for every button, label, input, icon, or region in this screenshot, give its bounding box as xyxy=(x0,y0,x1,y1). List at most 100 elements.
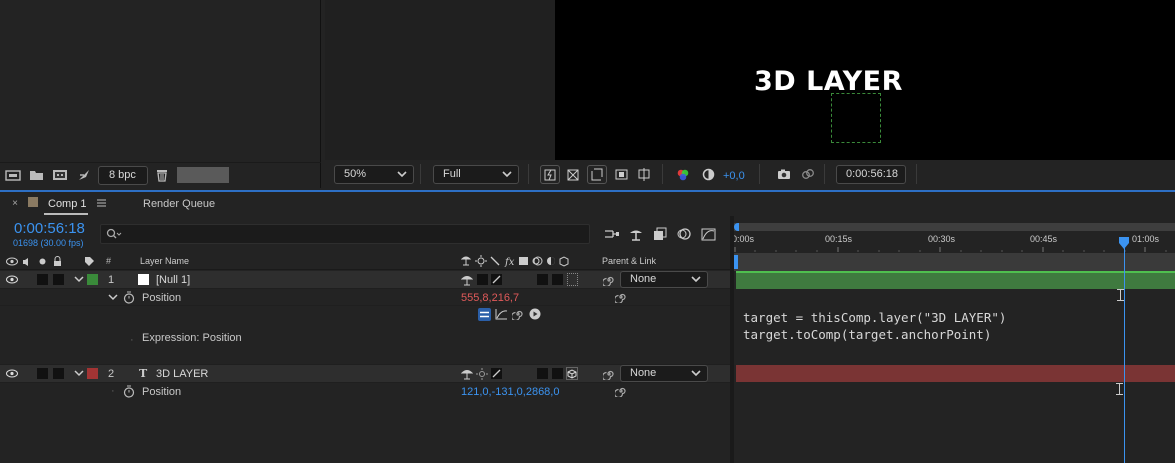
quality-switch-icon[interactable] xyxy=(491,274,502,285)
ruler-tick-label: 00:45s xyxy=(1030,234,1058,244)
zoom-dropdown[interactable]: 50% xyxy=(334,165,414,184)
new-comp-icon[interactable] xyxy=(51,167,69,183)
lock-switch[interactable] xyxy=(53,274,64,285)
fast-previews-icon[interactable] xyxy=(540,165,560,184)
column-parent-link[interactable]: Parent & Link xyxy=(602,256,656,266)
channels-icon[interactable] xyxy=(674,165,692,184)
pick-whip-icon[interactable] xyxy=(615,291,627,303)
adjustment-switch[interactable] xyxy=(552,368,563,379)
null-layer-bounds[interactable] xyxy=(831,93,881,143)
parent-dropdown[interactable]: None xyxy=(620,365,708,382)
pick-whip-icon[interactable] xyxy=(603,274,615,286)
bpc-button[interactable]: 8 bpc xyxy=(98,166,148,185)
label-color-2[interactable] xyxy=(87,368,98,379)
graph-editor-icon[interactable] xyxy=(699,226,717,242)
chevron-down-icon xyxy=(502,168,512,180)
stopwatch-icon[interactable] xyxy=(123,385,135,398)
layer-bar-1[interactable] xyxy=(736,271,1175,289)
frame-blending-icon[interactable] xyxy=(651,226,669,242)
expression-enable-icon[interactable] xyxy=(478,308,491,321)
lock-switch[interactable] xyxy=(53,368,64,379)
tab-comp-1[interactable]: Comp 1 xyxy=(48,198,87,210)
stopwatch-icon[interactable] xyxy=(123,291,135,304)
layer-bar-2[interactable] xyxy=(736,365,1175,382)
draft-3d-icon[interactable] xyxy=(627,226,645,242)
chevron-down-icon[interactable] xyxy=(108,292,118,302)
property-row-position-1[interactable]: Position 555,8,216,7 xyxy=(0,289,730,306)
motion-blur-switch[interactable] xyxy=(537,274,548,285)
3d-switch[interactable] xyxy=(567,273,578,286)
pick-whip-icon[interactable] xyxy=(603,368,615,380)
chevron-down-icon[interactable] xyxy=(74,274,84,284)
text-layer-icon: T xyxy=(139,367,148,380)
video-toggle-eye-icon[interactable] xyxy=(6,275,18,284)
position-value[interactable]: 121,0,-131,0,2868,0 xyxy=(461,386,559,398)
label-color-1[interactable] xyxy=(87,274,98,285)
3d-layer-switch-icon[interactable] xyxy=(566,367,578,380)
guides-icon[interactable] xyxy=(635,165,653,184)
work-area-bar[interactable] xyxy=(734,223,1175,231)
collapse-switch[interactable] xyxy=(477,274,488,285)
layer-list: 1 [Null 1] None Position 555,8,216,7 · E… xyxy=(0,271,730,463)
show-snapshot-icon[interactable] xyxy=(799,165,817,184)
current-timecode[interactable]: 0:00:56:18 xyxy=(14,220,85,237)
viewer-pasteboard xyxy=(325,0,555,160)
interpret-footage-icon[interactable] xyxy=(4,167,22,183)
frame-info: 01698 (30.00 fps) xyxy=(13,238,84,248)
motion-blur-switch[interactable] xyxy=(537,368,548,379)
layer-index: 2 xyxy=(108,368,115,380)
current-time-indicator[interactable] xyxy=(1119,237,1130,463)
ruler-tick-label: 00:15s xyxy=(825,234,853,244)
close-icon[interactable]: × xyxy=(10,198,20,209)
ruler-tick-label: 01:00s xyxy=(1132,234,1160,244)
parent-dropdown[interactable]: None xyxy=(620,271,708,288)
search-icon xyxy=(106,228,122,240)
layer-name[interactable]: 3D LAYER xyxy=(156,368,208,380)
camera-icon[interactable] xyxy=(775,165,793,184)
chevron-down-icon xyxy=(691,273,701,285)
folder-icon[interactable] xyxy=(27,167,45,183)
solo-switch[interactable] xyxy=(37,274,48,285)
solo-header-icon xyxy=(39,258,46,265)
chevron-down-icon[interactable] xyxy=(74,368,84,378)
layer-search-input[interactable] xyxy=(100,224,590,244)
layer-row-2[interactable]: 2 T 3D LAYER None xyxy=(0,365,730,383)
expression-pick-whip-icon[interactable] xyxy=(512,308,524,320)
resolution-dropdown[interactable]: Full xyxy=(433,165,519,184)
time-ruler[interactable]: 0:00s 00:15s 00:30s 00:45s 01:00s xyxy=(734,232,1175,252)
tab-render-queue[interactable]: Render Queue xyxy=(143,198,215,210)
region-of-interest-icon[interactable] xyxy=(587,165,607,184)
composition-viewer: 3D LAYER 50% Full +0,0 0:00:56:18 xyxy=(322,0,1175,188)
composition-mini-flowchart-icon[interactable] xyxy=(603,226,621,242)
expression-language-menu-icon[interactable] xyxy=(529,308,541,320)
position-value[interactable]: 555,8,216,7 xyxy=(461,292,519,304)
property-row-position-2[interactable]: · Position 121,0,-131,0,2868,0 xyxy=(0,383,730,400)
column-layer-name[interactable]: Layer Name xyxy=(140,256,189,266)
motion-blur-icon[interactable] xyxy=(675,226,693,242)
quality-switch-icon[interactable] xyxy=(491,368,502,379)
viewer-timecode[interactable]: 0:00:56:18 xyxy=(836,165,906,184)
adjustment-switch[interactable] xyxy=(552,274,563,285)
solo-switch[interactable] xyxy=(37,368,48,379)
flowchart-icon[interactable] xyxy=(75,167,93,183)
panel-menu-icon[interactable] xyxy=(96,198,106,208)
color-swatch[interactable] xyxy=(177,167,229,183)
exposure-value[interactable]: +0,0 xyxy=(723,170,745,182)
tab-active-underline xyxy=(44,213,88,215)
comp-canvas[interactable]: 3D LAYER xyxy=(555,0,1175,160)
mask-visibility-icon[interactable] xyxy=(612,165,630,184)
column-num: # xyxy=(106,256,112,266)
layer-name[interactable]: [Null 1] xyxy=(156,274,190,286)
video-toggle-eye-icon[interactable] xyxy=(6,369,18,378)
continuous-rasterize-icon[interactable] xyxy=(476,368,488,380)
color-management-icon[interactable] xyxy=(699,165,717,184)
transparency-grid-icon[interactable] xyxy=(564,165,582,184)
shy-switch-icon[interactable] xyxy=(461,368,473,380)
trash-icon[interactable] xyxy=(154,167,170,183)
time-graph[interactable]: 0:00s 00:15s 00:30s 00:45s 01:00s target… xyxy=(734,216,1175,463)
layer-row-1[interactable]: 1 [Null 1] None xyxy=(0,271,730,289)
pick-whip-icon[interactable] xyxy=(615,385,627,397)
expression-code[interactable]: target = thisComp.layer("3D LAYER") targ… xyxy=(743,309,1006,343)
shy-switch-icon[interactable] xyxy=(461,274,473,286)
expression-graph-icon[interactable] xyxy=(495,308,508,320)
